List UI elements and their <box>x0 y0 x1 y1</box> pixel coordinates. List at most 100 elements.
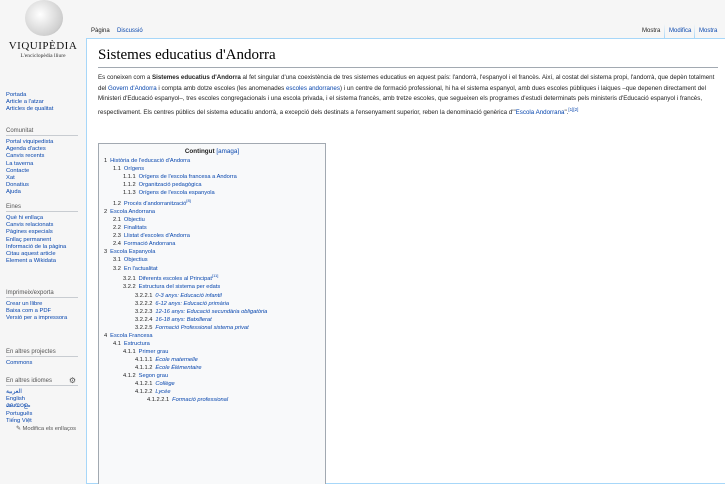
sidebar-tools-item[interactable]: Pàgines especials <box>6 229 86 236</box>
toc-link[interactable]: Collège <box>155 381 174 387</box>
tab-discussion[interactable]: Discussió <box>114 28 146 34</box>
reference-link[interactable]: [1][2] <box>568 107 578 112</box>
toc-item[interactable]: 3.2.2.1 0-3 anys: Educació infantil <box>104 292 320 300</box>
sidebar-community-item[interactable]: Donatius <box>6 182 86 189</box>
toc-item[interactable]: 2 Escola Andorrana <box>104 208 320 216</box>
sidebar-item[interactable]: Articles de qualitat <box>6 106 86 113</box>
toc-item[interactable]: 2.4 Formació Andorrana <box>104 240 320 248</box>
toc-item[interactable]: 3.2.2.3 12-16 anys: Educació secundària o… <box>104 308 320 316</box>
toc-item[interactable]: 1 Història de l'educació d'Andorra <box>104 157 320 165</box>
toc-link[interactable]: Estructura del sistema per edats <box>139 284 221 290</box>
toc-link[interactable]: Orígens de l'escola espanyola <box>139 190 215 196</box>
sidebar-community-item[interactable]: La taverna <box>6 161 86 168</box>
toc-link[interactable]: 12-16 anys: Educació secundària obligatò… <box>155 309 267 315</box>
language-link-item[interactable]: മലയാളം <box>6 403 86 410</box>
toc-link[interactable]: Orígens de l'escola francesa a Andorra <box>139 174 237 180</box>
toc-link[interactable]: Diferents escoles al Principat[11] <box>139 274 219 283</box>
toc-item[interactable]: 4.1.2.1 Collège <box>104 380 320 388</box>
tab-history[interactable]: Mostra <box>696 28 720 34</box>
toc-item[interactable]: 2.3 Llistat d'escoles d'Andorra <box>104 232 320 240</box>
gear-icon[interactable]: ⚙ <box>69 376 76 385</box>
toc-link[interactable]: Objectiu <box>124 217 145 223</box>
toc-link[interactable]: 16-18 anys: Batxillerat <box>155 317 211 323</box>
toc-link[interactable]: Segon grau <box>139 373 168 379</box>
toc-link[interactable]: 6-12 anys: Educació primària <box>155 301 229 307</box>
tab-read[interactable]: Mostra <box>639 28 663 34</box>
edit-links-link[interactable]: ✎ Modifica els enllaços <box>6 426 76 432</box>
govern-link[interactable]: Govern d'Andorra <box>108 85 157 92</box>
toc-link[interactable]: Escola Andorrana <box>110 209 155 215</box>
toc-item[interactable]: 3.2.2.4 16-18 anys: Batxillerat <box>104 316 320 324</box>
toc-link[interactable]: Formació Professional sistema privat <box>155 325 248 331</box>
wikipedia-logo[interactable]: VIQUIPÈDIA L'enciclopèdia lliure <box>8 0 78 70</box>
toc-item[interactable]: 1.2 Procés d'andorranització[8] <box>104 197 320 208</box>
toc-item[interactable]: 3.2 En l'actualitat <box>104 265 320 273</box>
sidebar-print-item[interactable]: Versió per a impressora <box>6 315 86 322</box>
language-link-item[interactable]: العربية <box>6 389 86 396</box>
toc-link[interactable]: Primer grau <box>139 349 169 355</box>
sidebar-tools-item[interactable]: Canvis relacionats <box>6 222 86 229</box>
toc-item[interactable]: 2.2 Finalitats <box>104 224 320 232</box>
toc-item[interactable]: 4.1.2.2 Lycée <box>104 388 320 396</box>
toc-link[interactable]: 0-3 anys: Educació infantil <box>155 293 221 299</box>
toc-link[interactable]: Estructura <box>124 341 150 347</box>
toc-link[interactable]: Procés d'andorranització[8] <box>124 198 191 207</box>
toc-link[interactable]: École Élémentaire <box>155 365 201 371</box>
tab-page[interactable]: Pàgina <box>88 28 113 34</box>
toc-link[interactable]: Orígens <box>124 166 144 172</box>
language-link-item[interactable]: Português <box>6 411 86 418</box>
toc-link[interactable]: Organització pedagògica <box>139 182 202 188</box>
tab-edit[interactable]: Modifica <box>666 28 694 34</box>
toc-item[interactable]: 4.1.1 Primer grau <box>104 348 320 356</box>
toc-link[interactable]: École maternelle <box>155 357 197 363</box>
sidebar-projects-item[interactable]: Commons <box>6 360 86 367</box>
toc-item[interactable]: 1.1.2 Organització pedagògica <box>104 181 320 189</box>
sidebar-print-item[interactable]: Baixa com a PDF <box>6 308 86 315</box>
toc-link[interactable]: Escola Francesa <box>110 333 152 339</box>
sidebar-community-item[interactable]: Agenda d'actes <box>6 146 86 153</box>
toc-item[interactable]: 3.2.2.5 Formació Professional sistema pri… <box>104 324 320 332</box>
toc-item[interactable]: 3.2.1 Diferents escoles al Principat[11] <box>104 273 320 284</box>
toc-link[interactable]: Història de l'educació d'Andorra <box>110 158 190 164</box>
toc-item[interactable]: 1.1.1 Orígens de l'escola francesa a Ando… <box>104 173 320 181</box>
toc-item[interactable]: 4.1.2.2.1 Formació professional <box>104 396 320 404</box>
reference-link[interactable]: [8] <box>186 198 190 203</box>
toc-item[interactable]: 4.1.1.2 École Élémentaire <box>104 364 320 372</box>
sidebar-community-item[interactable]: Xat <box>6 175 86 182</box>
sidebar-tools-item[interactable]: Element a Wikidata <box>6 258 86 265</box>
sidebar-community-item[interactable]: Ajuda <box>6 189 86 196</box>
toc-toggle[interactable]: [amaga] <box>216 148 239 155</box>
sidebar-tools-item[interactable]: Què hi enllaça <box>6 215 86 222</box>
sidebar-community-item[interactable]: Canvis recents <box>6 153 86 160</box>
sidebar-item[interactable]: Article a l'atzar <box>6 99 86 106</box>
sidebar-tools-item[interactable]: Citau aquest article <box>6 251 86 258</box>
toc-link[interactable]: Llistat d'escoles d'Andorra <box>124 233 190 239</box>
toc-item[interactable]: 4 Escola Francesa <box>104 332 320 340</box>
toc-link[interactable]: Formació Andorrana <box>124 241 176 247</box>
sidebar-item[interactable]: Portada <box>6 92 86 99</box>
toc-link[interactable]: En l'actualitat <box>124 266 158 272</box>
toc-link[interactable]: Escola Espanyola <box>110 249 155 255</box>
toc-item[interactable]: 2.1 Objectiu <box>104 216 320 224</box>
toc-item[interactable]: 4.1.2 Segon grau <box>104 372 320 380</box>
toc-item[interactable]: 3.2.2 Estructura del sistema per edats <box>104 283 320 291</box>
toc-item[interactable]: 4.1.1.1 École maternelle <box>104 356 320 364</box>
language-link-item[interactable]: English <box>6 396 86 403</box>
reference-link[interactable]: [11] <box>212 274 218 279</box>
escola-andorrana-link[interactable]: Escola Andorrana <box>516 109 565 116</box>
sidebar-tools-item[interactable]: Informació de la pàgina <box>6 244 86 251</box>
toc-link[interactable]: Formació professional <box>172 397 228 403</box>
toc-link[interactable]: Lycée <box>155 389 170 395</box>
toc-link[interactable]: Objectius <box>124 257 148 263</box>
toc-item[interactable]: 3.1 Objectius <box>104 256 320 264</box>
sidebar-tools-item[interactable]: Enllaç permanent <box>6 237 86 244</box>
sidebar-community-item[interactable]: Contacte <box>6 168 86 175</box>
language-link-item[interactable]: Tiếng Việt <box>6 418 86 425</box>
toc-item[interactable]: 1.1 Orígens <box>104 165 320 173</box>
sidebar-community-item[interactable]: Portal viquipedista <box>6 139 86 146</box>
sidebar-print-item[interactable]: Crear un llibre <box>6 301 86 308</box>
toc-item[interactable]: 4.1 Estructura <box>104 340 320 348</box>
toc-item[interactable]: 3 Escola Espanyola <box>104 248 320 256</box>
toc-link[interactable]: Finalitats <box>124 225 147 231</box>
toc-item[interactable]: 3.2.2.2 6-12 anys: Educació primària <box>104 300 320 308</box>
